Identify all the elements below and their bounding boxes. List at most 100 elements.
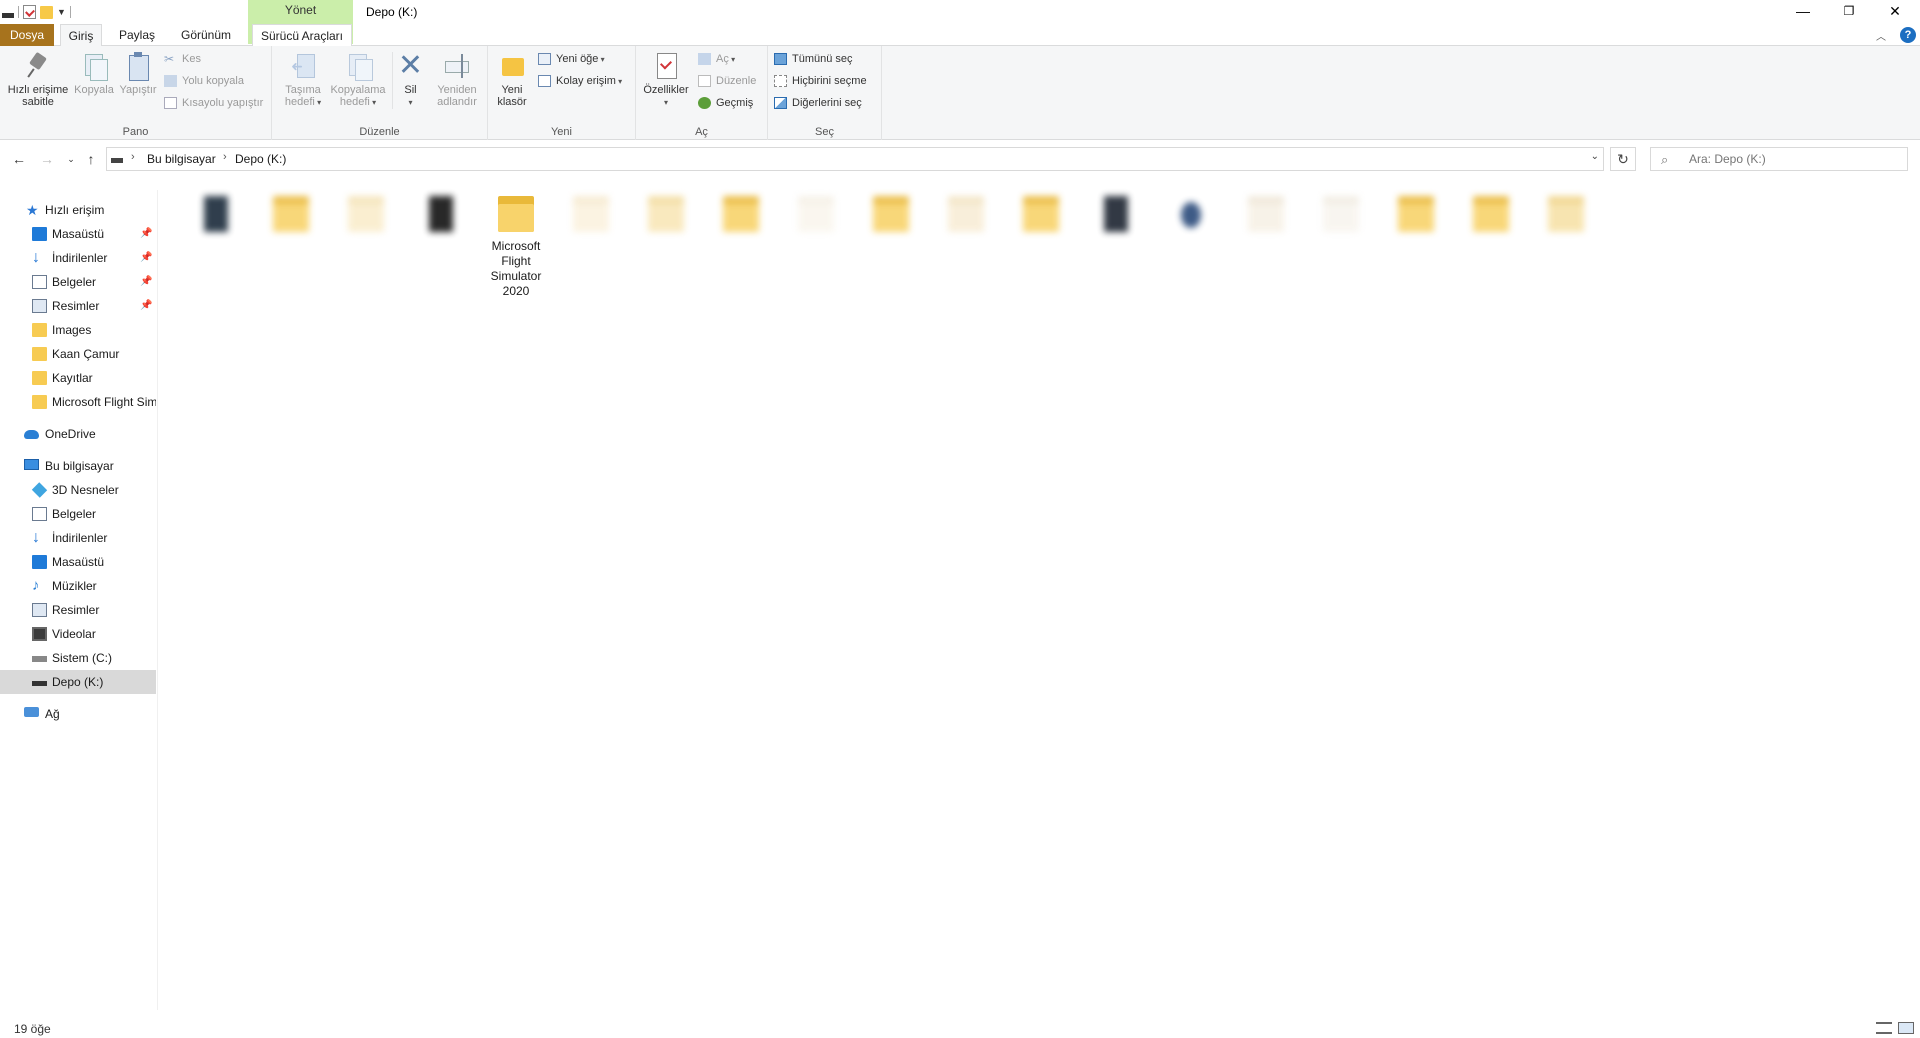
nav-quick-documents[interactable]: Belgeler 📌	[0, 270, 156, 294]
paste-shortcut-button[interactable]: Kısayolu yapıştır	[162, 94, 263, 112]
file-item[interactable]	[1155, 192, 1227, 236]
file-item[interactable]	[405, 192, 477, 236]
collapse-ribbon-icon[interactable]: ︿	[1876, 28, 1886, 43]
refresh-button[interactable]: ↻	[1610, 147, 1636, 171]
file-item[interactable]	[255, 192, 327, 236]
back-button[interactable]: ←	[10, 150, 28, 168]
properties-icon[interactable]	[23, 5, 36, 19]
copy-to-button[interactable]: Kopyalama hedefi ▾	[328, 52, 388, 109]
folder-icon	[32, 347, 47, 361]
file-item[interactable]	[1080, 192, 1152, 236]
breadcrumb-current-drive[interactable]: Depo (K:)	[235, 152, 286, 166]
copy-button[interactable]: Kopyala	[72, 52, 116, 96]
select-none-button[interactable]: Hiçbirini seçme	[772, 72, 867, 90]
nav-quick-kayitlar[interactable]: Kayıtlar	[0, 366, 156, 390]
nav-quick-kaan[interactable]: Kaan Çamur	[0, 342, 156, 366]
tab-home[interactable]: Giriş	[60, 24, 102, 47]
pictures-icon	[32, 603, 47, 617]
nav-quick-downloads[interactable]: ↓ İndirilenler 📌	[0, 246, 156, 270]
large-icons-view-icon[interactable]	[1898, 1022, 1914, 1034]
nav-onedrive[interactable]: OneDrive	[0, 422, 156, 446]
file-item[interactable]	[1230, 192, 1302, 236]
customize-toolbar-arrow-icon[interactable]: ▼	[57, 7, 66, 17]
new-folder-button[interactable]: Yeni klasör	[492, 52, 532, 108]
copy-to-label-2: hedefi	[339, 96, 370, 108]
tab-drive-tools[interactable]: Sürücü Araçları	[252, 24, 352, 47]
nav-label: Kayıtlar	[52, 371, 93, 385]
nav-pc-3d[interactable]: 3D Nesneler	[0, 478, 156, 502]
close-button[interactable]: ✕	[1872, 0, 1918, 22]
nav-quick-desktop[interactable]: Masaüstü 📌	[0, 222, 156, 246]
nav-quick-pictures[interactable]: Resimler 📌	[0, 294, 156, 318]
nav-pc-documents[interactable]: Belgeler	[0, 502, 156, 526]
help-icon[interactable]: ?	[1900, 27, 1916, 43]
tab-share[interactable]: Paylaş	[112, 24, 162, 46]
rename-label-2: adlandır	[437, 96, 477, 108]
restore-button[interactable]: ❐	[1826, 0, 1872, 22]
address-bar[interactable]: › Bu bilgisayar › Depo (K:) ⌄	[106, 147, 1604, 171]
minimize-button[interactable]: —	[1780, 0, 1826, 22]
paste-button[interactable]: Yapıştır	[116, 52, 160, 96]
file-item[interactable]	[1455, 192, 1527, 236]
nav-network[interactable]: Ağ	[0, 702, 156, 726]
breadcrumb-chevron-icon[interactable]: ›	[223, 151, 227, 163]
group-select: Tümünü seç Hiçbirini seçme Diğerlerini s…	[768, 46, 882, 140]
folder-icon	[721, 192, 761, 236]
nav-quick-msfs[interactable]: Microsoft Flight Sim	[0, 390, 156, 414]
details-view-icon[interactable]	[1876, 1022, 1892, 1034]
new-item-button[interactable]: Yeni öğe ▾	[536, 50, 605, 68]
invert-selection-button[interactable]: Diğerlerini seç	[772, 94, 862, 112]
recent-locations-chevron-down-icon[interactable]: ⌄	[62, 150, 80, 168]
move-to-label-2: hedefi	[284, 96, 315, 108]
tab-view[interactable]: Görünüm	[172, 24, 240, 46]
search-box[interactable]: ⌕	[1650, 147, 1908, 171]
nav-this-pc[interactable]: Bu bilgisayar	[0, 454, 156, 478]
nav-pc-pictures[interactable]: Resimler	[0, 598, 156, 622]
edit-button[interactable]: Düzenle	[696, 72, 756, 90]
nav-pc-depo-drive[interactable]: Depo (K:)	[0, 670, 156, 694]
nav-pc-system-drive[interactable]: Sistem (C:)	[0, 646, 156, 670]
nav-quick-access[interactable]: ★ Hızlı erişim	[0, 198, 156, 222]
forward-button[interactable]: →	[38, 150, 56, 168]
cut-label: Kes	[182, 53, 201, 65]
file-item[interactable]	[1380, 192, 1452, 236]
download-arrow-icon: ↓	[32, 249, 40, 266]
nav-pc-music[interactable]: ♪ Müzikler	[0, 574, 156, 598]
file-item[interactable]	[1530, 192, 1602, 236]
nav-pc-videos[interactable]: Videolar	[0, 622, 156, 646]
open-button[interactable]: Aç ▾	[696, 50, 735, 68]
pin-quick-access-button[interactable]: Hızlı erişime sabitle	[6, 52, 70, 108]
file-item[interactable]	[630, 192, 702, 236]
easy-access-button[interactable]: Kolay erişim ▾	[536, 72, 622, 90]
copy-path-label: Yolu kopyala	[182, 75, 244, 87]
nav-quick-images[interactable]: Images	[0, 318, 156, 342]
rename-button[interactable]: Yeniden adlandır	[430, 52, 484, 108]
nav-pc-desktop[interactable]: Masaüstü	[0, 550, 156, 574]
up-button[interactable]: ↑	[82, 150, 100, 168]
history-button[interactable]: Geçmiş	[696, 94, 753, 112]
file-item[interactable]	[330, 192, 402, 236]
address-history-chevron-down-icon[interactable]: ⌄	[1591, 151, 1599, 162]
search-input[interactable]	[1689, 151, 1899, 167]
file-item[interactable]	[705, 192, 777, 236]
select-all-button[interactable]: Tümünü seç	[772, 50, 853, 68]
file-item[interactable]	[1305, 192, 1377, 236]
file-item[interactable]	[180, 192, 252, 236]
tab-file[interactable]: Dosya	[0, 24, 54, 46]
file-item-msfs-2020[interactable]: Microsoft Flight Simulator 2020	[480, 192, 552, 299]
copy-path-button[interactable]: Yolu kopyala	[162, 72, 244, 90]
breadcrumb-chevron-icon[interactable]: ›	[131, 151, 135, 163]
move-to-button[interactable]: Taşıma hedefi ▾	[278, 52, 328, 109]
new-folder-icon[interactable]	[40, 5, 53, 19]
delete-button[interactable]: ✕ Sil ▾	[392, 51, 428, 109]
file-item[interactable]	[930, 192, 1002, 236]
nav-pc-downloads[interactable]: ↓ İndirilenler	[0, 526, 156, 550]
file-item[interactable]	[555, 192, 627, 236]
file-list: Microsoft Flight Simulator 2020	[160, 182, 1920, 1012]
file-item[interactable]	[855, 192, 927, 236]
file-item[interactable]	[1005, 192, 1077, 236]
cut-button[interactable]: ✂ Kes	[162, 50, 201, 68]
properties-button[interactable]: Özellikler ▾	[640, 52, 692, 109]
file-item[interactable]	[780, 192, 852, 236]
breadcrumb-this-pc[interactable]: Bu bilgisayar	[147, 152, 216, 166]
